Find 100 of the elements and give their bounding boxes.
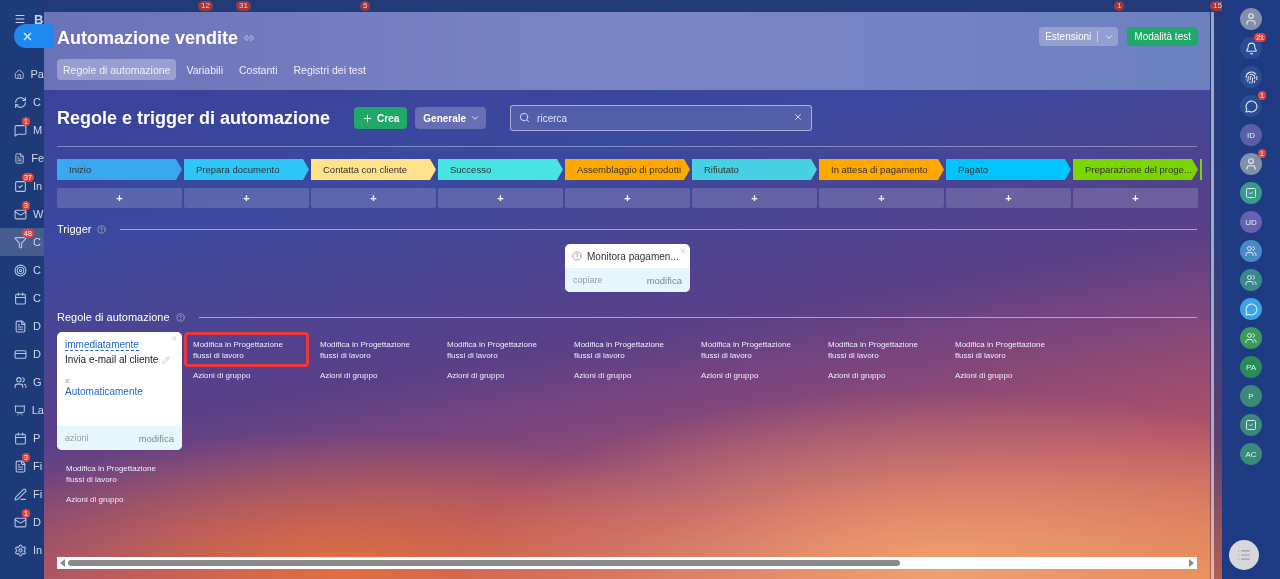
stage-tab[interactable]: Successo [438, 159, 563, 180]
add-button[interactable]: + [311, 188, 436, 208]
person-icon [1244, 12, 1258, 26]
stage-tab[interactable]: Contatta con cliente [311, 159, 436, 180]
tab[interactable]: Registri dei test [287, 59, 372, 80]
task-button[interactable] [1240, 182, 1262, 204]
search-field[interactable]: ricerca [510, 105, 813, 131]
recipient-link[interactable]: Automaticamente [65, 386, 174, 397]
stage-tab[interactable]: Assemblaggio di prodotti [565, 159, 690, 180]
group-actions-link[interactable]: Azioni di gruppo [438, 367, 563, 384]
stage-tab[interactable]: In attesa di pagamento [819, 159, 944, 180]
count-badge: 5 [360, 1, 371, 11]
calendar-icon [14, 431, 27, 445]
initials-avatar[interactable]: P [1240, 385, 1262, 407]
rule-title: Invia e-mail al cliente [65, 354, 159, 365]
section-heading: Regole e trigger di automazione [57, 107, 331, 129]
list-icon [1237, 548, 1251, 562]
stage-tab[interactable]: Rifiutato [692, 159, 817, 180]
initials-avatar[interactable]: PA [1240, 356, 1262, 378]
trigger-card[interactable]: Monitora pagamen... copiare modifica [565, 244, 690, 292]
group-actions-link[interactable]: Azioni di gruppo [946, 367, 1071, 384]
nav-item[interactable]: C [0, 284, 44, 312]
nav-item[interactable]: Fi [0, 480, 44, 508]
designer-link[interactable]: Modifica in Progettazione flussi di lavoro [438, 332, 563, 367]
user-avatar[interactable] [1240, 8, 1262, 30]
stage-tab[interactable]: Prepara documento [184, 159, 309, 180]
add-button[interactable]: + [565, 188, 690, 208]
chevron-down-icon [470, 113, 481, 123]
tab[interactable]: Costanti [233, 59, 284, 80]
group-actions-link[interactable]: Azioni di gruppo [819, 367, 944, 384]
stage-tab[interactable]: Pagato [946, 159, 1071, 180]
nav-item[interactable]: G [0, 368, 44, 396]
add-button[interactable]: + [57, 188, 182, 208]
add-button[interactable]: + [946, 188, 1071, 208]
designer-link[interactable]: Modifica in Progettazione flussi di lavoro [184, 332, 309, 367]
stage-tab[interactable]: Preparazione del proge... [1073, 159, 1198, 180]
delay-link[interactable]: immediatamente [65, 339, 139, 351]
fingerprint-button[interactable] [1240, 66, 1262, 88]
group-actions-link[interactable]: Azioni di gruppo [311, 367, 436, 384]
filter-dropdown[interactable]: Generale [415, 107, 487, 129]
designer-link[interactable]: Modifica in Progettazione flussi di lavoro [565, 332, 690, 367]
clear-icon[interactable] [793, 112, 804, 122]
nav-item[interactable]: P [0, 424, 44, 452]
add-button[interactable]: + [819, 188, 944, 208]
designer-link[interactable]: Modifica in Progettazione flussi di lavoro [819, 332, 944, 367]
add-button[interactable]: + [692, 188, 817, 208]
help-icon[interactable] [175, 312, 185, 322]
search-icon [519, 112, 531, 123]
initials-avatar[interactable]: AC [1240, 443, 1262, 465]
nav-item[interactable]: C [0, 256, 44, 284]
card-icon [14, 347, 27, 361]
designer-link[interactable]: Modifica in Progettazione flussi di lavoro [946, 332, 1071, 367]
group-button[interactable] [1240, 240, 1262, 262]
stage-tab[interactable]: Inizio [57, 159, 182, 180]
nav-item[interactable]: In [0, 536, 44, 564]
group-button[interactable] [1240, 269, 1262, 291]
menu-icon[interactable] [14, 13, 26, 25]
group-actions-link[interactable]: Azioni di gruppo [692, 367, 817, 384]
nav-item[interactable]: D [0, 340, 44, 368]
designer-link[interactable]: Modifica in Progettazione flussi di lavoro [311, 332, 436, 367]
home-icon [14, 67, 25, 81]
designer-link[interactable]: Modifica in Progettazione flussi di lavoro [57, 456, 182, 491]
section-title: Trigger [57, 223, 92, 235]
users-icon [1245, 332, 1257, 344]
checkbox-icon [14, 179, 27, 193]
target-icon [14, 263, 27, 277]
designer-link[interactable]: Modifica in Progettazione flussi di lavoro [692, 332, 817, 367]
add-button[interactable]: + [1073, 188, 1198, 208]
initials-avatar[interactable]: ID [1240, 124, 1262, 146]
nav-item[interactable]: La [0, 396, 44, 424]
group-actions-link[interactable]: Azioni di gruppo [565, 367, 690, 384]
add-button[interactable]: + [184, 188, 309, 208]
app-title: B [34, 11, 44, 27]
calendar-icon [14, 291, 27, 305]
chat-icon [1244, 302, 1258, 316]
nav-item[interactable]: Fe [0, 144, 44, 172]
edit-link[interactable]: modifica [646, 274, 682, 286]
group-actions-link[interactable]: Azioni di gruppo [184, 367, 309, 384]
horizontal-scrollbar[interactable] [57, 557, 1197, 569]
window-title: Automazione vendite [57, 27, 239, 49]
chat-button[interactable] [1240, 298, 1262, 320]
task-button[interactable] [1240, 414, 1262, 436]
count-badge: 12 [198, 1, 213, 11]
add-button[interactable]: + [438, 188, 563, 208]
bell-icon [1244, 41, 1258, 55]
edit-link[interactable]: modifica [138, 432, 174, 444]
close-button[interactable] [14, 24, 54, 48]
nav-item[interactable]: Pa [0, 60, 44, 88]
board-icon [14, 403, 26, 417]
checkbox-icon [1245, 419, 1257, 431]
chat-icon [1244, 99, 1258, 113]
group-actions-link[interactable]: Azioni di gruppo [57, 491, 182, 508]
nav-item[interactable]: D [0, 312, 44, 340]
group-button[interactable] [1240, 327, 1262, 349]
person-icon [1244, 157, 1258, 171]
refresh-icon [14, 95, 27, 109]
nav-item[interactable]: C [0, 88, 44, 116]
initials-avatar[interactable]: UD [1240, 211, 1262, 233]
help-icon[interactable] [97, 224, 107, 234]
tab[interactable]: Variabili [180, 59, 229, 80]
